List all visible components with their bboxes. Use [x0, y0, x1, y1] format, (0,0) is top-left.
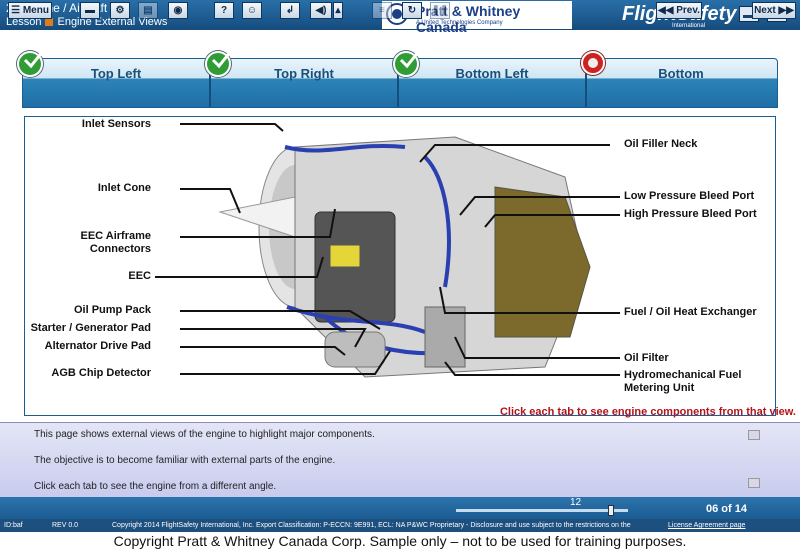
- label-agb-chip-detector: AGB Chip Detector: [51, 367, 151, 379]
- next-arrow-icon: ▶▶: [775, 5, 794, 16]
- label-eec-airframe-connectors: EEC Airframe Connectors: [80, 230, 151, 255]
- notes-icon[interactable]: ▤: [138, 2, 158, 19]
- complete-check-icon: [393, 50, 421, 77]
- tab-bottom[interactable]: Bottom: [581, 51, 775, 107]
- prev-button[interactable]: ◀◀ Prev.: [656, 2, 702, 19]
- instruction-text: Click each tab to see engine components …: [499, 406, 796, 418]
- progress-slider[interactable]: [456, 509, 628, 512]
- pw-logo-sub: A United Technologies Company: [416, 20, 503, 26]
- scroll-up-button[interactable]: [748, 430, 760, 440]
- label-inlet-sensors: Inlet Sensors: [81, 118, 151, 130]
- navigation-toolbar: [0, 497, 800, 519]
- license-agreement-link[interactable]: License Agreement page: [668, 519, 745, 532]
- tab-label: Bottom Left: [455, 65, 529, 81]
- audio-menu-button[interactable]: ▴: [333, 2, 343, 19]
- footer-id: ID:baf: [4, 522, 23, 529]
- tab-top-right[interactable]: Top Right: [205, 50, 399, 107]
- binoculars-icon[interactable]: ◉: [168, 2, 188, 19]
- narration-panel: This page shows external views of the en…: [0, 422, 800, 497]
- tab-bottom-left[interactable]: Bottom Left: [393, 50, 587, 107]
- prev-arrow-icon: ◀◀: [658, 5, 677, 16]
- label-oil-filler-neck: Oil Filler Neck: [624, 138, 698, 150]
- copyright-watermark: Copyright Pratt & Whitney Canada Corp. S…: [113, 533, 687, 549]
- narration-scrollbar[interactable]: [748, 430, 760, 488]
- page-counter: 06 of 14: [706, 503, 747, 515]
- glossary-icon[interactable]: ↲: [280, 2, 300, 19]
- flightsafety-logo-sub: International: [672, 23, 706, 29]
- audio-icon[interactable]: ◀): [310, 2, 332, 19]
- footer-rev: REV 0.0: [52, 522, 79, 529]
- breadcrumb-separator-icon: [45, 18, 54, 26]
- label-inlet-cone: Inlet Cone: [97, 182, 151, 194]
- tab-label: Bottom: [658, 65, 704, 81]
- briefcase-icon[interactable]: ▬: [80, 2, 100, 19]
- replay-icon[interactable]: ↻: [402, 2, 422, 19]
- label-fuel-oil-heat-exchanger: Fuel / Oil Heat Exchanger: [624, 306, 757, 318]
- complete-check-icon: [205, 50, 233, 77]
- label-starter-generator-pad: Starter / Generator Pad: [30, 322, 151, 334]
- slider-value: 12: [570, 497, 582, 508]
- tab-label: Top Left: [90, 65, 142, 81]
- menu-button[interactable]: ☰ Menu: [8, 2, 52, 19]
- label-alternator-drive-pad: Alternator Drive Pad: [44, 340, 151, 352]
- label-high-pressure-bleed-port: High Pressure Bleed Port: [624, 208, 757, 220]
- person-icon[interactable]: ☺: [242, 2, 262, 19]
- scroll-down-button[interactable]: [748, 478, 760, 488]
- next-button[interactable]: Next ▶▶: [752, 2, 796, 19]
- narration-line: Click each tab to see the engine from a …: [34, 481, 277, 492]
- tab-top-left[interactable]: Top Left: [17, 50, 211, 107]
- menu-icon: ☰: [11, 5, 23, 16]
- footer-bar: ID:baf REV 0.0 Copyright 2014 FlightSafe…: [0, 519, 800, 532]
- label-oil-filter: Oil Filter: [624, 352, 669, 364]
- label-eec: EEC: [128, 270, 151, 282]
- progress-slider-handle[interactable]: [608, 505, 614, 516]
- engine-diagram-panel: Inlet Sensors Inlet Cone EEC Airframe Co…: [24, 116, 776, 416]
- narration-line: This page shows external views of the en…: [34, 429, 375, 440]
- complete-check-icon: [17, 50, 45, 77]
- label-low-pressure-bleed-port: Low Pressure Bleed Port: [624, 190, 755, 202]
- tools-icon[interactable]: ⚙: [110, 2, 130, 19]
- tab-label: Top Right: [274, 65, 334, 81]
- help-button[interactable]: ?: [214, 2, 234, 19]
- pause-icon[interactable]: ❚❚: [430, 2, 450, 19]
- label-hydromechanical-fuel-metering-unit: Hydromechanical Fuel Metering Unit: [624, 369, 742, 394]
- narration-line: The objective is to become familiar with…: [34, 455, 336, 466]
- label-oil-pump-pack: Oil Pump Pack: [73, 304, 151, 316]
- transcript-icon[interactable]: ≡: [372, 2, 392, 19]
- footer-copyright: Copyright 2014 FlightSafety Internationa…: [112, 522, 631, 529]
- view-tabs: Top Left Top Right Bottom Left Bottom: [17, 50, 778, 108]
- current-view-icon: [581, 51, 605, 75]
